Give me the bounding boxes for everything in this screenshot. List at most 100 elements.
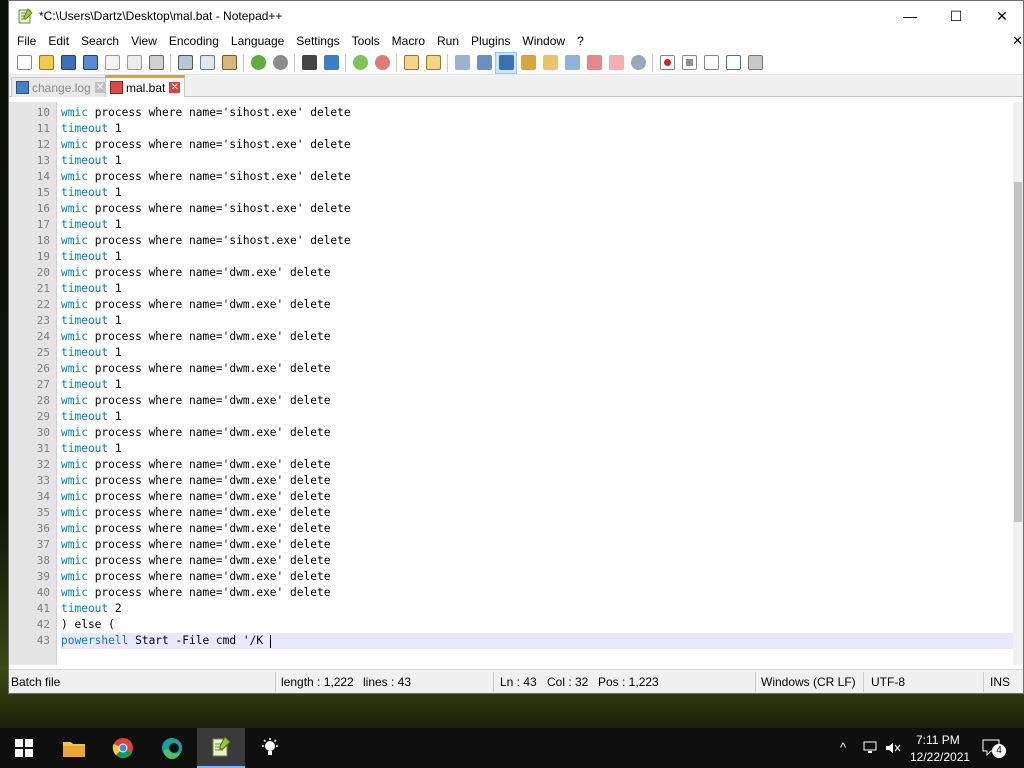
close-window-button[interactable]: ✕	[979, 1, 1024, 31]
network-icon[interactable]	[863, 741, 879, 755]
code-line[interactable]: wmic process where name='sihost.exe' del…	[61, 201, 1017, 217]
save-all-icon[interactable]	[79, 52, 101, 74]
notepadpp-taskbar-icon[interactable]	[197, 728, 245, 768]
run-macro-multiple-icon[interactable]	[722, 52, 744, 74]
zoom-out-icon[interactable]	[371, 52, 393, 74]
file-explorer-icon[interactable]	[50, 728, 98, 768]
lightbulb-icon[interactable]	[246, 728, 294, 768]
menu-macro[interactable]: Macro	[386, 34, 431, 48]
tab-change-log[interactable]: change.log ✕	[11, 77, 111, 97]
save-macro-icon[interactable]	[744, 52, 766, 74]
code-line[interactable]: wmic process where name='sihost.exe' del…	[61, 233, 1017, 249]
show-all-chars-icon[interactable]	[473, 52, 495, 74]
code-line[interactable]: timeout 1	[61, 441, 1017, 457]
show-hidden-icons-chevron-icon[interactable]: ^	[840, 740, 846, 755]
code-line[interactable]: timeout 1	[61, 409, 1017, 425]
code-line[interactable]: timeout 1	[61, 185, 1017, 201]
print-icon[interactable]	[145, 52, 167, 74]
start-icon[interactable]	[0, 728, 48, 768]
status-eol[interactable]: Windows (CR LF)	[761, 675, 856, 689]
action-center-icon[interactable]: 4	[982, 738, 1006, 758]
open-file-icon[interactable]	[35, 52, 57, 74]
code-line[interactable]: wmic process where name='dwm.exe' delete	[61, 361, 1017, 377]
vertical-scrollbar[interactable]	[1013, 102, 1023, 665]
chrome-icon[interactable]	[99, 728, 147, 768]
close-document-icon[interactable]: ✕	[1012, 33, 1023, 49]
status-insert-mode[interactable]: INS	[990, 675, 1010, 689]
code-line[interactable]: wmic process where name='dwm.exe' delete	[61, 537, 1017, 553]
copy-icon[interactable]	[196, 52, 218, 74]
code-line[interactable]: wmic process where name='dwm.exe' delete	[61, 473, 1017, 489]
menu-run[interactable]: Run	[431, 34, 465, 48]
redo-icon[interactable]	[269, 52, 291, 74]
code-line[interactable]: wmic process where name='sihost.exe' del…	[61, 169, 1017, 185]
code-line[interactable]: wmic process where name='sihost.exe' del…	[61, 105, 1017, 121]
code-line[interactable]: timeout 1	[61, 281, 1017, 297]
close-icon[interactable]	[101, 52, 123, 74]
menu-search[interactable]: Search	[75, 34, 125, 48]
undo-icon[interactable]	[247, 52, 269, 74]
new-file-icon[interactable]	[13, 52, 35, 74]
close-tab-icon[interactable]: ✕	[169, 82, 181, 93]
indent-guide-icon[interactable]	[495, 51, 517, 74]
clock-date[interactable]: 12/22/2021	[910, 750, 970, 764]
zoom-in-icon[interactable]	[349, 52, 371, 74]
code-line[interactable]: timeout 1	[61, 345, 1017, 361]
code-line[interactable]: wmic process where name='dwm.exe' delete	[61, 457, 1017, 473]
menu-tools[interactable]: Tools	[346, 34, 386, 48]
stop-macro-icon[interactable]	[678, 52, 700, 74]
cut-icon[interactable]	[174, 52, 196, 74]
code-line[interactable]: wmic process where name='dwm.exe' delete	[61, 393, 1017, 409]
minimize-button[interactable]: —	[887, 1, 933, 31]
code-line[interactable]: wmic process where name='dwm.exe' delete	[61, 425, 1017, 441]
code-line[interactable]: timeout 1	[61, 217, 1017, 233]
menu-window[interactable]: Window	[516, 34, 571, 48]
code-text[interactable]: wmic process where name='sihost.exe' del…	[61, 102, 1017, 665]
code-line[interactable]: wmic process where name='sihost.exe' del…	[61, 137, 1017, 153]
code-line[interactable]: wmic process where name='dwm.exe' delete	[61, 329, 1017, 345]
code-line[interactable]: timeout 1	[61, 153, 1017, 169]
eye-icon[interactable]	[627, 52, 649, 74]
code-line[interactable]: timeout 2	[61, 601, 1017, 617]
tab-mal-bat[interactable]: mal.bat ✕	[105, 75, 186, 97]
menu-plugins[interactable]: Plugins	[465, 34, 516, 48]
code-line[interactable]: timeout 1	[61, 377, 1017, 393]
editor-area[interactable]: 10 11 12 13 14 15 16 17 18 19 20 21 22 23 24 25 26 27 28 29…	[9, 102, 1023, 665]
status-encoding[interactable]: UTF-8	[871, 675, 905, 689]
menu-language[interactable]: Language	[225, 34, 290, 48]
code-line[interactable]: wmic process where name='dwm.exe' delete	[61, 297, 1017, 313]
code-line[interactable]: wmic process where name='dwm.exe' delete	[61, 553, 1017, 569]
menu-edit[interactable]: Edit	[42, 34, 75, 48]
code-line[interactable]: wmic process where name='dwm.exe' delete	[61, 521, 1017, 537]
save-icon[interactable]	[57, 52, 79, 74]
play-macro-icon[interactable]	[700, 52, 722, 74]
close-all-icon[interactable]	[123, 52, 145, 74]
code-line[interactable]: wmic process where name='dwm.exe' delete	[61, 489, 1017, 505]
sync-horizontal-icon[interactable]	[422, 52, 444, 74]
function-list-icon[interactable]	[561, 52, 583, 74]
code-line[interactable]: wmic process where name='dwm.exe' delete	[61, 585, 1017, 601]
code-line[interactable]: ) else (	[61, 617, 1017, 633]
code-line[interactable]: wmic process where name='dwm.exe' delete	[61, 505, 1017, 521]
find-icon[interactable]	[298, 52, 320, 74]
clock-time[interactable]: 7:11 PM	[916, 733, 960, 747]
volume-muted-icon[interactable]	[885, 741, 901, 755]
folder-workspace-icon[interactable]	[583, 52, 605, 74]
menu-file[interactable]: File	[11, 34, 42, 48]
paste-icon[interactable]	[218, 52, 240, 74]
code-line[interactable]: powershell Start -File cmd '/K	[61, 633, 1017, 649]
user-lang-icon[interactable]	[517, 52, 539, 74]
title-bar[interactable]: *C:\Users\Dartz\Desktop\mal.bat - Notepa…	[9, 1, 1023, 31]
code-line[interactable]: timeout 1	[61, 121, 1017, 137]
menu-settings[interactable]: Settings	[290, 34, 345, 48]
edge-icon[interactable]	[148, 728, 196, 768]
replace-icon[interactable]	[320, 52, 342, 74]
code-line[interactable]: wmic process where name='dwm.exe' delete	[61, 569, 1017, 585]
maximize-button[interactable]: ☐	[933, 1, 979, 31]
doc-map-icon[interactable]	[539, 52, 561, 74]
monitoring-icon[interactable]	[605, 52, 627, 74]
menu-encoding[interactable]: Encoding	[163, 34, 225, 48]
sync-vertical-icon[interactable]	[400, 52, 422, 74]
word-wrap-icon[interactable]	[451, 52, 473, 74]
menu-view[interactable]: View	[125, 34, 163, 48]
